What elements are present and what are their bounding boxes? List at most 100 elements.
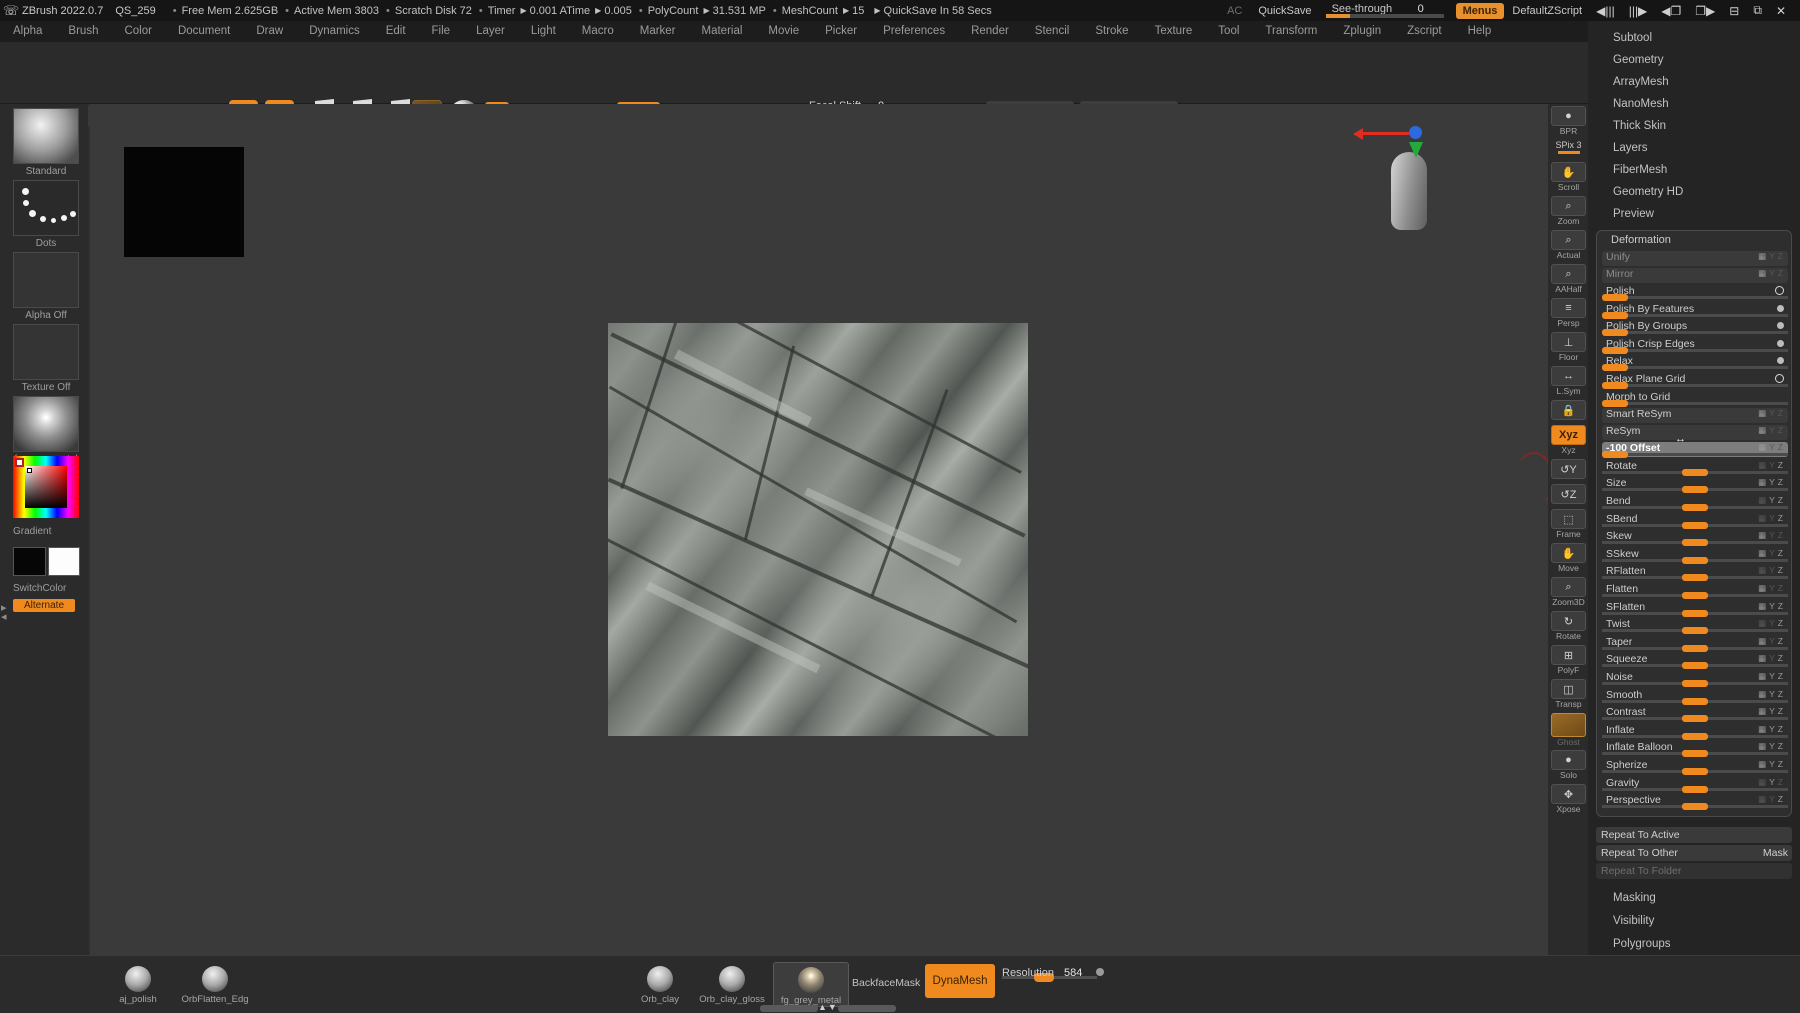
axis-z-toggle[interactable]: Z [1778,618,1786,628]
axis-z-toggle[interactable]: Z [1778,759,1786,769]
slider-knob[interactable] [1682,539,1708,547]
slider-knob[interactable] [1682,486,1708,494]
axis-y-toggle[interactable]: Y [1769,636,1778,646]
axis-x-toggle[interactable]: ▦ [1758,425,1769,435]
rotate-icon[interactable]: ↻ [1551,611,1586,631]
deformation-bend[interactable]: Bend ▦YZ [1602,495,1788,511]
axis-y-toggle[interactable]: Y [1769,530,1778,540]
axis-x-toggle[interactable]: ▦ [1758,477,1769,487]
deformation-rotate[interactable]: Rotate ▦YZ [1602,460,1788,476]
shelf-collapse-arrows[interactable]: ▸ ◂ [1,603,13,623]
axis-x-toggle[interactable]: ▦ [1758,495,1769,505]
material-selector[interactable]: fg_grey_metal [13,396,79,465]
axis-x-toggle[interactable]: ▦ [1758,548,1769,558]
slider-knob[interactable] [1602,346,1628,354]
secondary-color-swatch[interactable] [48,547,80,576]
color-picker[interactable] [13,456,79,518]
deformation-sbend[interactable]: SBend ▦YZ [1602,513,1788,529]
slider-knob[interactable] [1682,662,1708,670]
material-thumbnail[interactable] [13,396,79,452]
deformation-squeeze[interactable]: Squeeze ▦YZ [1602,653,1788,670]
aahalf-icon[interactable]: ⌕ [1551,264,1586,284]
ghost-button[interactable]: Ghost [1551,713,1586,747]
texture-thumbnail[interactable] [13,324,79,380]
axis-toggles[interactable]: ▦YZ [1758,583,1786,594]
spix-bar[interactable] [1557,151,1580,154]
deformation-mode-toggle[interactable] [1777,339,1784,347]
axis-z-toggle[interactable]: Z [1778,601,1786,611]
slider-knob[interactable] [1682,715,1708,723]
material-orb-clay[interactable]: Orb_clay [630,966,690,1005]
axis-x-toggle[interactable]: ▦ [1758,442,1769,452]
repeat-to-other-button[interactable]: Repeat To Other Mask [1596,844,1792,861]
deformation-unify[interactable]: Unify ▦YZ [1602,251,1788,266]
deformation-flatten[interactable]: Flatten ▦YZ [1602,583,1788,599]
slider-knob[interactable] [1682,504,1708,511]
perspective-icon[interactable]: ≡ [1551,298,1586,318]
axis-z-toggle[interactable]: Z [1778,477,1786,487]
axis-y-toggle[interactable]: Y [1769,495,1778,505]
menu-render[interactable]: Render [958,21,1022,42]
deformation-twist[interactable]: Twist ▦YZ [1602,618,1788,635]
axis-toggles[interactable]: ▦YZ [1758,671,1786,682]
deformation-mirror[interactable]: Mirror ▦YZ [1602,268,1788,283]
brush-aj-polish[interactable]: aj_polish [108,966,168,1005]
next-items-icon[interactable]: |||▶ [1629,4,1648,18]
prev-items-icon[interactable]: ◀||| [1596,4,1615,18]
slider-knob[interactable] [1682,680,1708,687]
menu-movie[interactable]: Movie [755,21,812,42]
palette-item-geometry-hd[interactable]: Geometry HD [1588,181,1800,203]
axis-y-toggle[interactable]: Y [1769,794,1778,804]
axis-z-toggle[interactable]: Z [1778,460,1786,470]
menu-texture[interactable]: Texture [1142,21,1206,42]
shelf-scroll-right[interactable] [838,1005,896,1012]
axis-x-toggle[interactable]: ▦ [1758,794,1769,804]
axis-x-toggle[interactable]: ▦ [1758,530,1769,540]
axis-y-toggle[interactable]: Y [1769,706,1778,716]
texture-selector[interactable]: Texture Off [13,324,79,393]
primary-color-swatch[interactable] [13,547,46,576]
deformation-gravity[interactable]: Gravity ▦YZ [1602,777,1788,793]
alpha-selector[interactable]: Alpha Off [13,252,79,321]
alpha-thumbnail[interactable] [13,252,79,308]
axis-toggles[interactable]: ▦YZ [1758,741,1786,752]
local-symmetry-button[interactable]: ↔ L.Sym [1551,366,1586,396]
menu-stencil[interactable]: Stencil [1022,21,1083,42]
axis-z-toggle[interactable]: Z [1778,689,1786,699]
deformation-morph-to-grid[interactable]: Morph to Grid [1602,391,1788,407]
slider-knob[interactable] [1682,768,1708,775]
bpr-icon[interactable]: ● [1551,106,1586,126]
stroke-thumbnail[interactable] [13,180,79,236]
menu-light[interactable]: Light [518,21,569,42]
saturation-value-square[interactable] [25,466,67,508]
deformation-mode-toggle[interactable] [1777,357,1784,365]
palette-item-polygroups[interactable]: Polygroups [1588,933,1800,955]
deformation-mode-toggle[interactable] [1775,374,1784,383]
deformation-polish-crisp-edges[interactable]: Polish Crisp Edges [1602,338,1788,354]
palette-item-visibility[interactable]: Visibility [1588,910,1800,932]
rotate-y-button[interactable]: ↺Y [1551,459,1586,479]
deformation-header[interactable]: Deformation [1597,231,1791,249]
shelf-scroll-arrows-icon[interactable]: ▲▼ [818,1002,838,1012]
deformation-mode-toggle[interactable] [1777,304,1784,312]
axis-z-toggle[interactable]: Z [1778,565,1786,575]
palette-item-subtool[interactable]: Subtool [1588,27,1800,49]
menu-picker[interactable]: Picker [812,21,870,42]
palette-item-preview[interactable]: Preview [1588,203,1800,225]
perspective-button[interactable]: ≡ Persp [1551,298,1586,328]
menu-marker[interactable]: Marker [627,21,689,42]
axis-x-toggle[interactable]: ▦ [1758,706,1769,716]
slider-knob[interactable] [1682,732,1708,740]
axis-toggles[interactable]: ▦YZ [1758,408,1786,419]
menu-alpha[interactable]: Alpha [0,21,55,42]
axis-toggles[interactable]: ▦YZ [1758,513,1786,524]
brush-selector[interactable]: Standard [13,108,79,177]
slider-knob[interactable] [1682,574,1708,582]
move-button[interactable]: ✋ Move [1551,543,1586,573]
quicksave-button[interactable]: QuickSave [1258,5,1311,17]
palette-item-geometry[interactable]: Geometry [1588,49,1800,71]
axis-toggles[interactable]: ▦YZ [1758,495,1786,506]
axis-x-toggle[interactable]: ▦ [1758,583,1769,593]
axis-y-toggle[interactable]: Y [1769,268,1778,278]
deformation-mode-toggle[interactable] [1777,322,1784,330]
